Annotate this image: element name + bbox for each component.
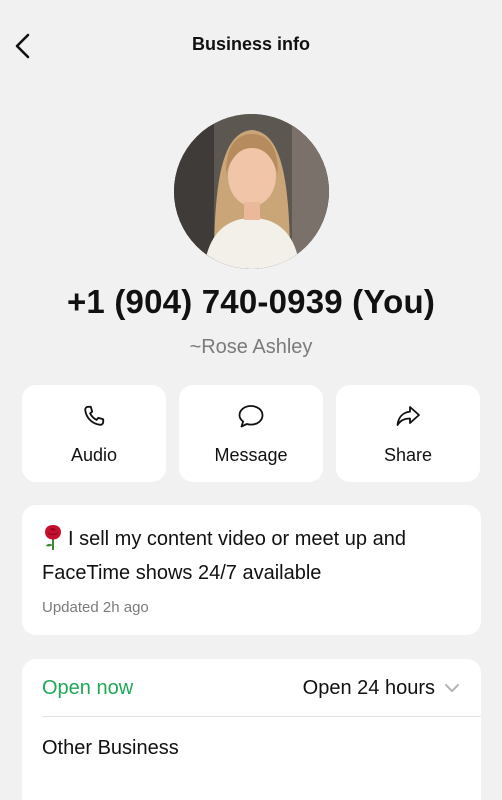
page-title: Business info [191,34,311,54]
hours-schedule: Open 24 hours [302,677,435,699]
top-bar: Business info [0,0,502,90]
message-button[interactable]: Message [179,385,323,482]
divider [42,716,481,717]
chat-bubble-icon [238,405,264,428]
share-arrow-icon [396,406,420,426]
about-updated-time: Updated 2h ago [42,599,149,616]
business-category: Other Business [42,737,179,759]
about-card: I sell my content video or meet up and F… [22,505,481,635]
business-hours-row[interactable]: Open now Open 24 hours [22,659,481,717]
avatar[interactable] [174,114,329,269]
share-button[interactable]: Share [336,385,480,482]
share-label: Share [383,445,433,465]
message-label: Message [214,445,288,465]
rose-emoji-icon [45,525,61,550]
open-status: Open now [42,677,134,699]
audio-label: Audio [70,445,118,465]
about-text-block: I sell my content video or meet up and F… [42,522,467,590]
display-name: ~Rose Ashley [189,336,313,358]
business-hours-card: Open now Open 24 hours Other Business [22,659,481,800]
chevron-down-icon [445,684,459,692]
phone-icon [84,405,105,426]
profile-photo [174,114,329,269]
audio-call-button[interactable]: Audio [22,385,166,482]
phone-number: +1 (904) 740-0939 (You) [66,283,436,320]
about-text: I sell my content video or meet up and F… [42,528,406,584]
